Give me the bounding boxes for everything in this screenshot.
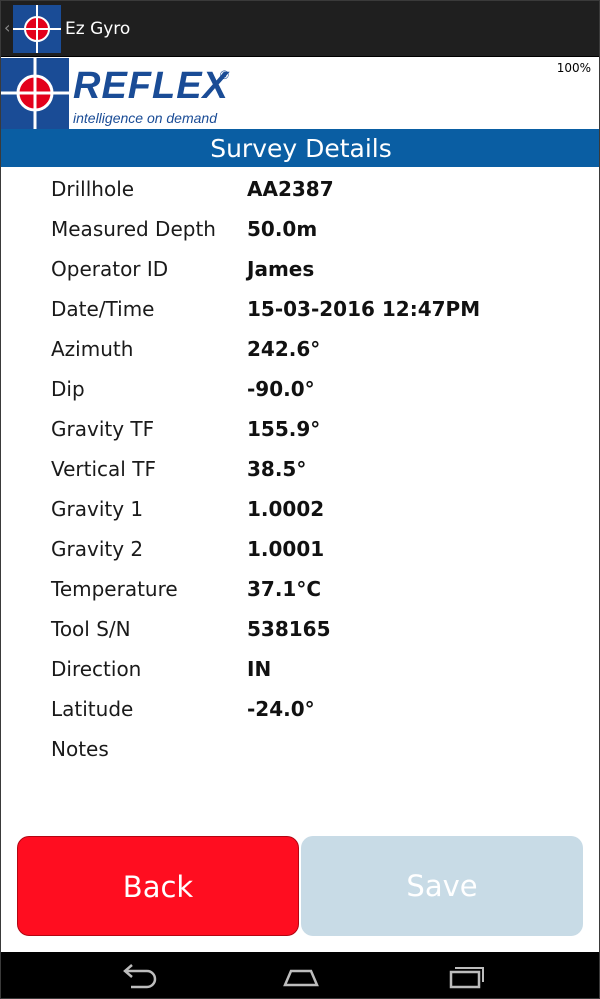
detail-row-vertical-tf: Vertical TF 38.5° xyxy=(51,449,591,489)
logo-header: REFLEX ® intelligence on demand 100% xyxy=(1,58,599,129)
detail-value: 242.6° xyxy=(247,337,321,361)
logo-registered-mark: ® xyxy=(220,68,229,82)
reflex-logo-icon xyxy=(1,58,69,129)
detail-value: 50.0m xyxy=(247,217,318,241)
detail-row-gravity-1: Gravity 1 1.0002 xyxy=(51,489,591,529)
detail-value: 37.1°C xyxy=(247,577,322,601)
detail-row-gravity-tf: Gravity TF 155.9° xyxy=(51,409,591,449)
detail-row-azimuth: Azimuth 242.6° xyxy=(51,329,591,369)
detail-label: Direction xyxy=(51,657,142,681)
detail-row-temperature: Temperature 37.1°C xyxy=(51,569,591,609)
survey-details-list: Drillhole AA2387 Measured Depth 50.0m Op… xyxy=(51,169,591,769)
back-nav-icon[interactable] xyxy=(117,962,161,990)
reflex-target-icon[interactable] xyxy=(13,5,61,53)
detail-value: 1.0001 xyxy=(247,537,325,561)
detail-row-tool-sn: Tool S/N 538165 xyxy=(51,609,591,649)
detail-value: -24.0° xyxy=(247,697,315,721)
detail-label: Operator ID xyxy=(51,257,169,281)
detail-label: Gravity TF xyxy=(51,417,155,441)
detail-row-date-time: Date/Time 15-03-2016 12:47PM xyxy=(51,289,591,329)
action-bar: ‹ Ez Gyro xyxy=(1,1,599,57)
recent-apps-icon[interactable] xyxy=(443,962,487,990)
detail-label: Temperature xyxy=(51,577,178,601)
app-window: ‹ Ez Gyro REFLEX ® intelligence on deman… xyxy=(0,0,600,999)
detail-label: Gravity 1 xyxy=(51,497,144,521)
logo-tagline: intelligence on demand xyxy=(73,110,217,126)
detail-label: Tool S/N xyxy=(51,617,131,641)
detail-label: Drillhole xyxy=(51,177,135,201)
logo-wordmark: REFLEX xyxy=(73,65,229,107)
detail-row-dip: Dip -90.0° xyxy=(51,369,591,409)
detail-value: 155.9° xyxy=(247,417,321,441)
system-nav-bar xyxy=(1,952,599,998)
detail-row-gravity-2: Gravity 2 1.0001 xyxy=(51,529,591,569)
detail-label: Date/Time xyxy=(51,297,155,321)
app-title: Ez Gyro xyxy=(65,19,131,39)
detail-label: Vertical TF xyxy=(51,457,156,481)
save-button[interactable]: Save xyxy=(301,836,583,936)
detail-label: Measured Depth xyxy=(51,217,216,241)
detail-value: 15-03-2016 12:47PM xyxy=(247,297,481,321)
back-button[interactable]: Back xyxy=(17,836,299,936)
detail-row-direction: Direction IN xyxy=(51,649,591,689)
detail-value: James xyxy=(247,257,315,281)
up-caret-icon[interactable]: ‹ xyxy=(4,18,10,38)
detail-row-notes: Notes xyxy=(51,729,591,769)
detail-value: 1.0002 xyxy=(247,497,325,521)
detail-label: Notes xyxy=(51,737,109,761)
detail-label: Dip xyxy=(51,377,85,401)
detail-label: Gravity 2 xyxy=(51,537,144,561)
detail-row-operator-id: Operator ID James xyxy=(51,249,591,289)
detail-row-drillhole: Drillhole AA2387 xyxy=(51,169,591,209)
detail-value: IN xyxy=(247,657,272,681)
detail-label: Azimuth xyxy=(51,337,134,361)
home-nav-icon[interactable] xyxy=(279,962,323,990)
detail-value: AA2387 xyxy=(247,177,334,201)
page-title: Survey Details xyxy=(1,129,599,167)
detail-value: -90.0° xyxy=(247,377,315,401)
detail-row-latitude: Latitude -24.0° xyxy=(51,689,591,729)
detail-value: 538165 xyxy=(247,617,331,641)
detail-row-measured-depth: Measured Depth 50.0m xyxy=(51,209,591,249)
detail-value: 38.5° xyxy=(247,457,307,481)
detail-label: Latitude xyxy=(51,697,134,721)
battery-level: 100% xyxy=(556,61,591,75)
